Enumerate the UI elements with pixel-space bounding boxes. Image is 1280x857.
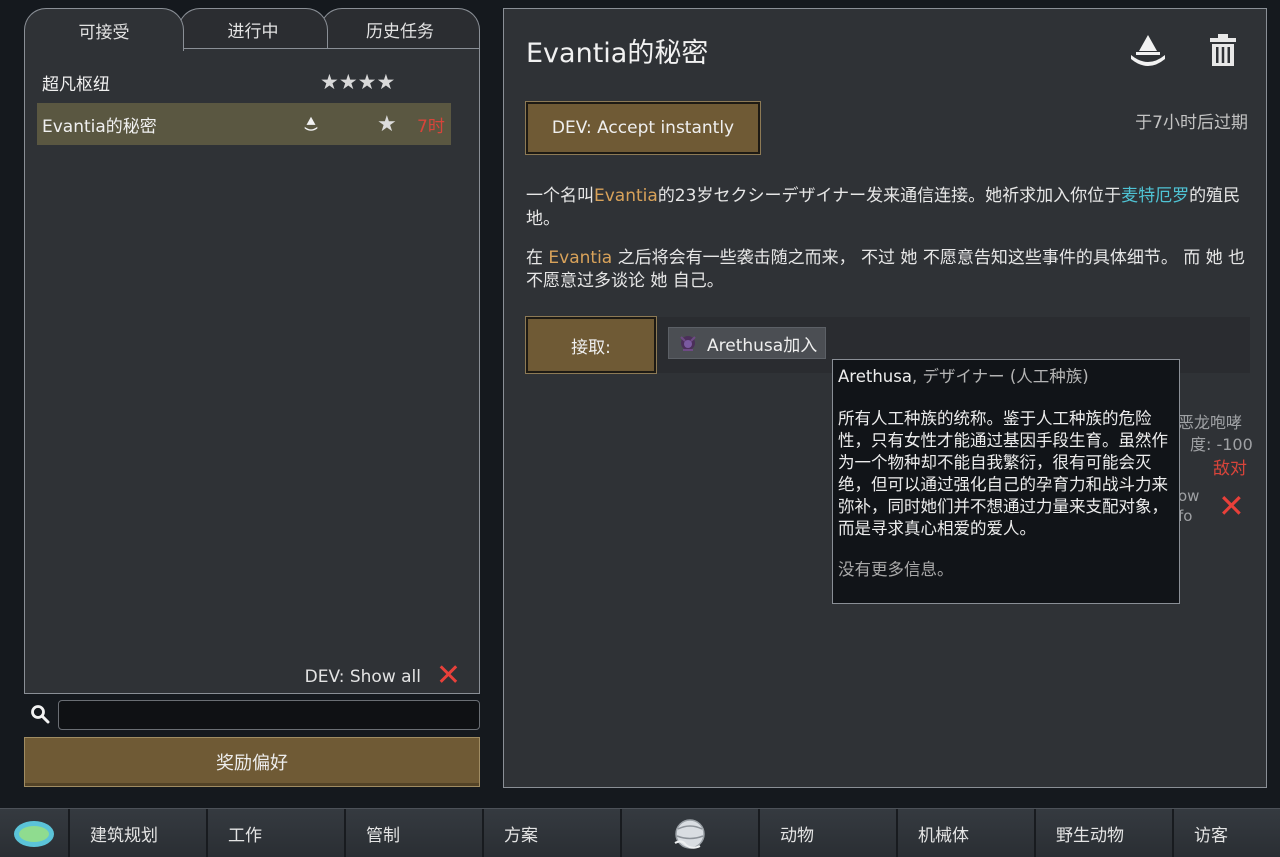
tab-architect[interactable]: 建筑规划 bbox=[70, 809, 208, 857]
quest-title: Evantia的秘密 bbox=[42, 116, 157, 137]
pawn-name-link[interactable]: Evantia bbox=[594, 186, 658, 206]
tab-animals[interactable]: 动物 bbox=[760, 809, 898, 857]
quest-expiry-text: 于7小时后过期 bbox=[1135, 113, 1248, 133]
tab-work[interactable]: 工作 bbox=[208, 809, 346, 857]
reward-chip[interactable]: Arethusa加入 bbox=[668, 327, 827, 359]
quest-list-item[interactable]: 超凡枢纽 ★★★★ bbox=[37, 61, 451, 103]
quest-tabs: 历史任务 进行中 可接受 bbox=[24, 8, 480, 51]
globe-icon bbox=[674, 818, 705, 849]
search-input[interactable] bbox=[58, 700, 480, 730]
tooltip-name: Arethusa bbox=[838, 367, 912, 386]
reward-chip-label: Arethusa加入 bbox=[707, 335, 818, 356]
mod-logo-icon bbox=[14, 820, 54, 847]
menu-logo-button[interactable] bbox=[0, 809, 70, 857]
quest-description-2: 在 Evantia 之后将会有一些袭击随之而来， 不过 她 不愿意告知这些事件的… bbox=[526, 248, 1246, 291]
pawn-name-link[interactable]: Evantia bbox=[548, 248, 612, 268]
quest-accept-icon bbox=[304, 116, 318, 131]
dev-toggle-x-icon[interactable]: ✕ bbox=[1218, 487, 1245, 525]
reward-preferences-button[interactable]: 奖励偏好 bbox=[24, 737, 480, 787]
faction-name-faded: 恶龙咆哮 bbox=[1178, 413, 1243, 432]
quest-detail-title: Evantia的秘密 bbox=[526, 38, 709, 69]
tab-mechs[interactable]: 机械体 bbox=[898, 809, 1036, 857]
quest-list-panel: 超凡枢纽 ★★★★ Evantia的秘密 ★ 7时 DEV: Show all … bbox=[24, 48, 480, 694]
pawn-tooltip: Arethusa, デザイナー (人工种族) 所有人工种族的统称。鉴于人工种族的… bbox=[832, 359, 1180, 604]
quest-rating-star: ★ bbox=[377, 111, 397, 137]
tab-assign[interactable]: 方案 bbox=[484, 809, 622, 857]
dev-accept-instantly-button[interactable]: DEV: Accept instantly bbox=[525, 101, 761, 155]
tab-available[interactable]: 可接受 bbox=[24, 8, 184, 51]
faded-text: ow bbox=[1178, 487, 1200, 505]
accept-quest-icon[interactable] bbox=[1128, 31, 1168, 71]
trash-icon[interactable] bbox=[1209, 33, 1237, 67]
quest-description-1: 一个名叫Evantia的23岁セクシーデザイナー发来通信连接。她祈求加入你位于麦… bbox=[526, 186, 1241, 229]
dev-show-all-label: DEV: Show all bbox=[304, 667, 421, 687]
search-icon bbox=[31, 705, 50, 724]
dev-show-all-toggle-x-icon[interactable]: ✕ bbox=[436, 658, 461, 693]
main-tab-bar: 建筑规划 工作 管制 方案 动物 机械体 野生动物 访客 bbox=[0, 808, 1280, 857]
quest-title: 超凡枢纽 bbox=[42, 74, 110, 95]
hostile-status: 敌对 bbox=[1213, 459, 1247, 479]
pawn-portrait-icon bbox=[680, 336, 696, 351]
accept-quest-button[interactable]: 接取: bbox=[525, 316, 657, 374]
quest-list-item-selected[interactable]: Evantia的秘密 ★ 7时 bbox=[37, 103, 451, 145]
tab-history[interactable]: 历史任务 bbox=[320, 8, 480, 50]
quest-time-left: 7时 bbox=[417, 116, 445, 137]
quest-rating-stars: ★★★★ bbox=[320, 70, 396, 94]
goodwill-faded: 度: -100 bbox=[1190, 435, 1253, 454]
tooltip-body: 所有人工种族的统称。鉴于人工种族的危险性，只有女性才能通过基因手段生育。虽然作为… bbox=[838, 409, 1168, 538]
tooltip-subtitle: , デザイナー (人工种族) bbox=[911, 367, 1089, 386]
faded-text: fo bbox=[1178, 507, 1193, 525]
tooltip-footer: 没有更多信息。 bbox=[838, 560, 954, 579]
tab-world[interactable] bbox=[622, 809, 760, 857]
tab-visitors[interactable]: 访客 bbox=[1174, 809, 1280, 857]
tab-restrict[interactable]: 管制 bbox=[346, 809, 484, 857]
tab-in-progress[interactable]: 进行中 bbox=[178, 8, 328, 50]
tab-wildlife[interactable]: 野生动物 bbox=[1036, 809, 1174, 857]
faction-name-link[interactable]: 麦特厄罗 bbox=[1121, 186, 1189, 206]
